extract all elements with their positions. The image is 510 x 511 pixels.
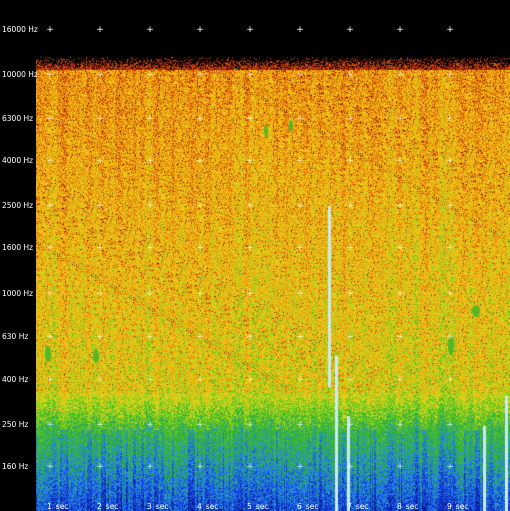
spectrogram-image — [36, 56, 510, 511]
freq-label-10000: 10000 Hz — [2, 70, 38, 79]
time-label-9: 9 sec — [447, 502, 468, 511]
time-label-unit: sec — [405, 502, 419, 511]
grid-mark: + — [346, 25, 354, 35]
freq-label-16000: 16000 Hz — [2, 25, 38, 34]
time-label-7: 7 sec — [347, 502, 368, 511]
grid-mark: + — [46, 25, 54, 35]
time-label-8: 8 sec — [397, 502, 418, 511]
freq-label-1000: 1000 Hz — [2, 289, 34, 298]
time-label-6: 6 sec — [297, 502, 318, 511]
time-label-num: 6 — [297, 502, 302, 511]
time-label-num: 9 — [447, 502, 452, 511]
time-label-unit: sec — [55, 502, 69, 511]
freq-label-2500: 2500 Hz — [2, 201, 34, 210]
freq-label-6300: 6300 Hz — [2, 114, 34, 123]
time-label-unit: sec — [205, 502, 219, 511]
time-label-unit: sec — [105, 502, 119, 511]
time-label-1: 1 sec — [47, 502, 68, 511]
time-label-unit: sec — [155, 502, 169, 511]
time-label-unit: sec — [455, 502, 469, 511]
time-label-num: 2 — [97, 502, 102, 511]
time-label-unit: sec — [355, 502, 369, 511]
time-label-num: 4 — [197, 502, 202, 511]
time-label-2: 2 sec — [97, 502, 118, 511]
freq-label-1600: 1600 Hz — [2, 243, 34, 252]
spectrogram-view: 16000 Hz 10000 Hz 6300 Hz 4000 Hz 2500 H… — [0, 0, 510, 511]
time-label-num: 8 — [397, 502, 402, 511]
time-label-num: 3 — [147, 502, 152, 511]
grid-mark: + — [196, 25, 204, 35]
time-label-num: 5 — [247, 502, 252, 511]
grid-mark: + — [96, 25, 104, 35]
time-label-4: 4 sec — [197, 502, 218, 511]
time-label-3: 3 sec — [147, 502, 168, 511]
time-label-num: 1 — [47, 502, 52, 511]
grid-mark: + — [396, 25, 404, 35]
freq-label-250: 250 Hz — [2, 420, 29, 429]
freq-label-400: 400 Hz — [2, 375, 29, 384]
time-label-num: 7 — [347, 502, 352, 511]
grid-mark: + — [296, 25, 304, 35]
freq-label-4000: 4000 Hz — [2, 156, 34, 165]
time-label-unit: sec — [305, 502, 319, 511]
freq-label-630: 630 Hz — [2, 332, 29, 341]
grid-mark: + — [446, 25, 454, 35]
grid-mark: + — [246, 25, 254, 35]
freq-label-160: 160 Hz — [2, 462, 29, 471]
time-label-5: 5 sec — [247, 502, 268, 511]
time-label-unit: sec — [255, 502, 269, 511]
grid-mark: + — [146, 25, 154, 35]
